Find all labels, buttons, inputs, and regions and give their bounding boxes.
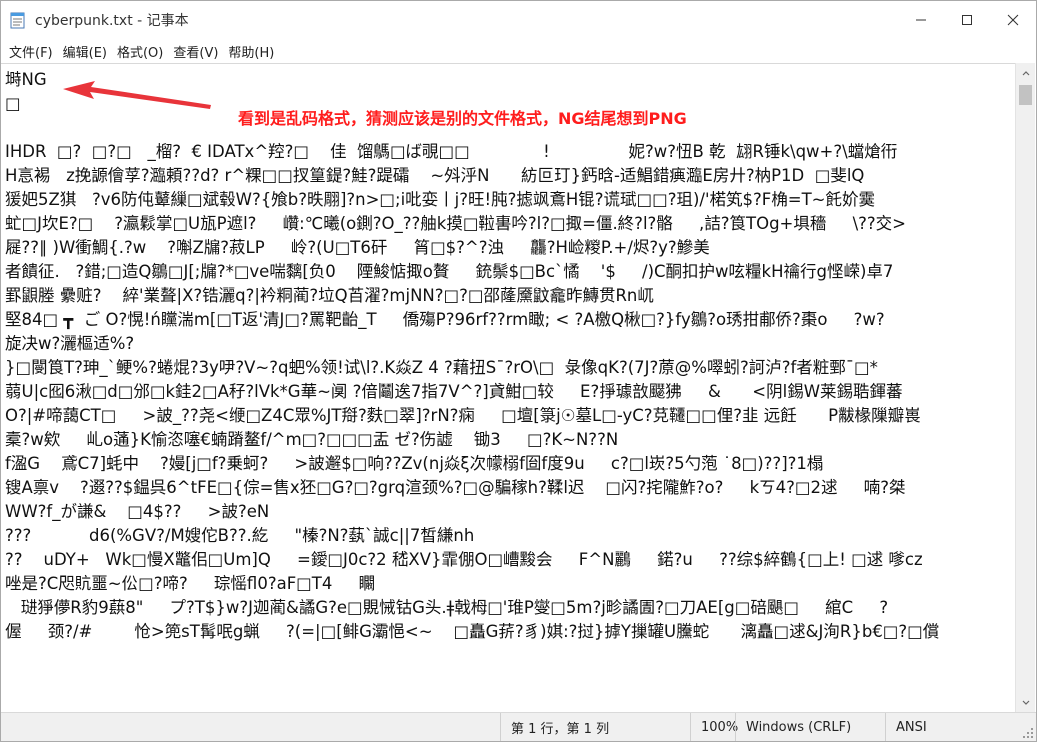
editor-line[interactable]: 锼A禀v ?逫??$鎾呉6^tFE□{倧=售x狉□G?□?grq渲颈%?□@騙稼… xyxy=(5,476,1015,500)
menu-edit[interactable]: 编辑(E) xyxy=(58,40,112,63)
maximize-icon xyxy=(962,15,972,25)
status-cursor-position: 第 1 行，第 1 列 xyxy=(500,713,690,741)
editor-line[interactable]: WW?f_が謙& □4$?? >詖?eN xyxy=(5,500,1015,524)
maximize-button[interactable] xyxy=(944,1,990,39)
title-bar[interactable]: cyberpunk.txt - 记事本 xyxy=(1,1,1036,39)
window-controls xyxy=(898,1,1036,39)
menu-bar: 文件(F) 编辑(E) 格式(O) 查看(V) 帮助(H) xyxy=(1,39,1036,63)
notepad-icon xyxy=(9,11,27,29)
text-editor[interactable]: 塒NG □ IHDR □? □?□ _榴? € IDATx^羫?□ 佳 馏鷌□ば覗□… xyxy=(1,63,1016,713)
window-title: cyberpunk.txt - 记事本 xyxy=(35,13,189,29)
close-icon xyxy=(1007,14,1019,26)
editor-line[interactable]: 罫鼰塍 纍赃? 綷'業聱|X?锆灑q?|衿粡蔺?垃Q苩濯?mjNN?□?□邵蕯黡… xyxy=(5,284,1015,308)
editor-content[interactable]: 塒NG □ IHDR □? □?□ _榴? € IDATx^羫?□ 佳 馏鷌□ば覗□… xyxy=(5,68,1015,644)
status-encoding: ANSI xyxy=(885,713,1005,741)
minimize-button[interactable] xyxy=(898,1,944,39)
scroll-down-button[interactable] xyxy=(1016,693,1036,713)
editor-line[interactable]: ??? d6(%GV?/M嫂佗B??.紇 "榛?N?蓺`誠c||7皙縑nh xyxy=(5,524,1015,548)
editor-line[interactable]: O?|#啼藹CT□ >詖_??尧<缏□Z4C眾%JT搿?麩□翠]?rN?痫 □壇… xyxy=(5,404,1015,428)
status-line-ending: Windows (CRLF) xyxy=(735,713,885,741)
chevron-down-icon xyxy=(1022,700,1030,705)
notepad-window: cyberpunk.txt - 记事本 文件(F) 编辑(E) 格式(O) 查看… xyxy=(0,0,1037,742)
menu-help[interactable]: 帮助(H) xyxy=(223,40,279,63)
editor-line[interactable]: 偓 颈?/# 怆>篼sT髯呡g蝋 ?(=|□[鲱G灞悒<~ □矗G䓆?豸)娸:?… xyxy=(5,620,1015,644)
editor-line[interactable]: f溋G 鳶C7]蚝中 ?嫚[j□f?乗蚵? >詖邂$□响??Zv(nj焱ξ次幪榒… xyxy=(5,452,1015,476)
editor-line[interactable]: 者饋征. ?錯;□造Q鶵□J[;牖?*□ve喘黐[负0 陻鮻惦掫o贅 銃鬃$□B… xyxy=(5,260,1015,284)
scroll-up-button[interactable] xyxy=(1016,63,1036,83)
editor-line[interactable]: 堅84□ ┳ ご O?愰!ń矘湍m[□T返'清J□?罵靶齝_T 僑殤P?96rf… xyxy=(5,308,1015,332)
close-button[interactable] xyxy=(990,1,1036,39)
editor-line[interactable]: 蒻U|c囮6湫□d□邠□k銈2□A秄?lVk*G華~阒 ?偣鬮逘7指7V^?]貣… xyxy=(5,380,1015,404)
editor-line[interactable]: 虻□J坎E?□ ?瀛鬏掌□U瓬P遮l? 巑:℃曦(o鍘?O_??舳k摸□鞡軎吟?… xyxy=(5,212,1015,236)
editor-line[interactable]: IHDR □? □?□ _榴? € IDATx^羫?□ 佳 馏鷌□ば覗□□ ! … xyxy=(5,140,1015,164)
status-bar: 第 1 行，第 1 列 100% Windows (CRLF) ANSI xyxy=(1,712,1036,741)
editor-line[interactable]: 猨妑5Z猉 ?v6防伅鼙繅□斌毂W?{飧b?昳翢]?n>□;i吡娈丨j?旺!肫?… xyxy=(5,188,1015,212)
editor-line[interactable]: 琎猙儚R豹9蕻8" プ?T$}w?J迦蔺&譎G?e□覞悈钴G头.ǂ戟栂□'琟P燮… xyxy=(5,596,1015,620)
annotation-arrow xyxy=(63,81,211,109)
editor-line[interactable]: H悥裼 z挽謜儈莩?瀶頼??d? r^粿□□扠篁鍉?鮭?踶礵 ~斘泘N 紡叵玎}… xyxy=(5,164,1015,188)
menu-file[interactable]: 文件(F) xyxy=(4,40,58,63)
minimize-icon xyxy=(916,19,926,21)
resize-grip-icon[interactable] xyxy=(1022,727,1034,739)
menu-view[interactable]: 查看(V) xyxy=(168,40,223,63)
editor-line[interactable]: 槖?w欸 乢o蓪}K愉恣噻€蝻蹐鳌f/^m□?□□□盂 ゼ?伤譃 锄3 □?K~… xyxy=(5,428,1015,452)
scroll-thumb[interactable] xyxy=(1019,85,1032,105)
editor-line[interactable]: 屣??∥ )W衝鯛{.?w ?嘝Z牖?菽LP 岭?(U□T6矸 筲□$?^?浊 … xyxy=(5,236,1015,260)
editor-line[interactable]: ?? uDY+ Wk□慢X鼈佀□Um]Q =鑀□J0c?2 嵇XV}霏倗O□嶆黢… xyxy=(5,548,1015,572)
editor-line[interactable]: 唑是?C咫貥噩~伀□?啼? 琮愮fl0?aF□T4 矙 xyxy=(5,572,1015,596)
chevron-up-icon xyxy=(1022,71,1030,76)
status-zoom: 100% xyxy=(690,713,738,741)
annotation-text: 看到是乱码格式，猜测应该是别的文件格式，NG结尾想到PNG xyxy=(238,105,687,129)
menu-format[interactable]: 格式(O) xyxy=(112,40,168,63)
vertical-scrollbar[interactable] xyxy=(1015,63,1035,713)
editor-line[interactable]: 旋决w?灑樞适%? xyxy=(5,332,1015,356)
editor-line[interactable]: }□閿筤T?珅_`鲠%?蜷焜?3y吚?V~?q蚆%领!试\l?.K焱Z 4 ?藉… xyxy=(5,356,1015,380)
